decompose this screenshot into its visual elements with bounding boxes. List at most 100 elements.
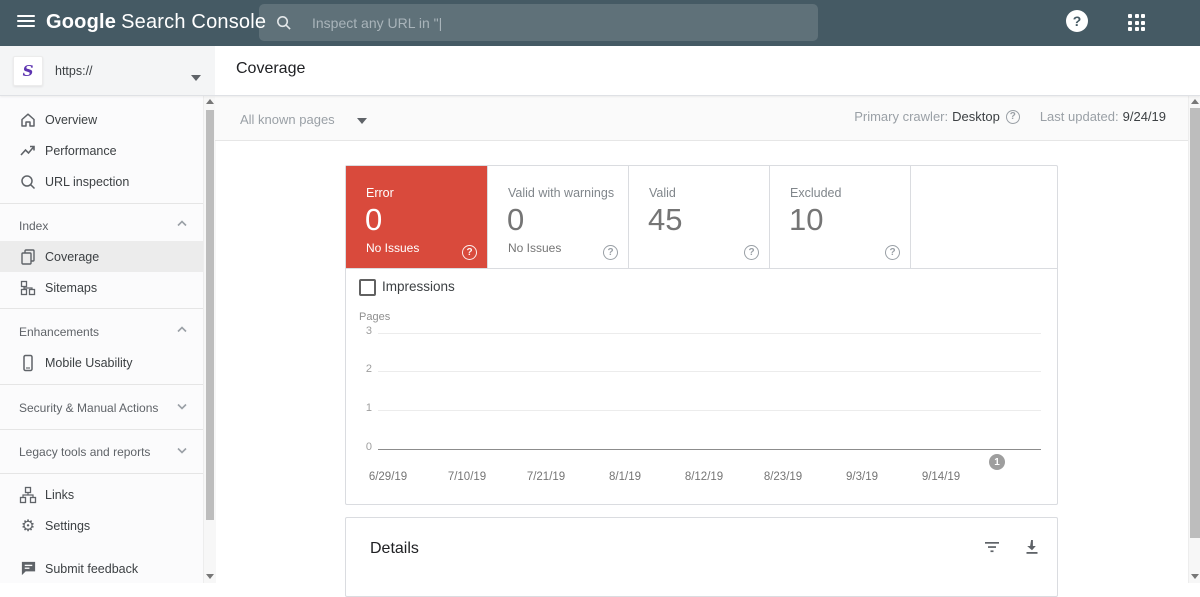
y-tick: 3 <box>346 325 372 337</box>
divider <box>0 384 215 385</box>
performance-icon <box>19 142 37 160</box>
google-search-console-app: GoogleSearch Console ? S https:// Covera… <box>0 0 1200 583</box>
logo-product: Search Console <box>121 11 266 33</box>
details-card: Details <box>345 517 1058 597</box>
sidebar-item-label: Overview <box>45 113 97 127</box>
sidebar-item-label: URL inspection <box>45 175 129 189</box>
chart-y-axis-title: Pages <box>359 311 390 323</box>
status-label: Error <box>366 186 394 200</box>
x-tick: 8/12/19 <box>685 471 723 483</box>
status-box-excluded[interactable]: Excluded 10 ? <box>769 166 910 268</box>
property-selector[interactable]: S https:// <box>0 46 215 95</box>
app-logo: GoogleSearch Console <box>46 11 266 34</box>
sidebar-item-label: Settings <box>45 519 90 533</box>
x-tick: 9/14/19 <box>922 471 960 483</box>
sidebar-section-enhancements[interactable]: Enhancements <box>0 316 203 347</box>
divider <box>0 308 215 309</box>
status-value: 0 <box>507 202 524 238</box>
divider <box>0 429 215 430</box>
property-url: https:// <box>55 64 93 78</box>
section-label: Enhancements <box>19 325 99 339</box>
scroll-up-arrow[interactable] <box>206 99 214 104</box>
x-tick: 7/21/19 <box>527 471 565 483</box>
caret-down-icon <box>357 111 367 129</box>
header-band: S https:// Coverage <box>0 46 1200 96</box>
status-box-error[interactable]: Error 0 No Issues ? <box>346 166 487 268</box>
y-tick: 0 <box>346 441 372 453</box>
status-subtext: No Issues <box>366 241 419 255</box>
main-scrollbar[interactable] <box>1188 95 1200 583</box>
chevron-up-icon <box>176 217 188 235</box>
sidebar-item-mobile-usability[interactable]: Mobile Usability <box>0 347 203 378</box>
gridline <box>378 410 1041 411</box>
x-tick: 6/29/19 <box>369 471 407 483</box>
apps-grid-icon[interactable] <box>1128 14 1145 31</box>
status-value: 45 <box>648 202 682 238</box>
home-icon <box>19 111 37 129</box>
sidebar-item-overview[interactable]: Overview <box>0 104 203 135</box>
sidebar-item-label: Submit feedback <box>45 562 138 576</box>
status-value: 10 <box>789 202 823 238</box>
status-label: Valid <box>649 186 676 200</box>
search-input[interactable] <box>310 14 818 32</box>
main-scrollbar-thumb[interactable] <box>1190 108 1200 538</box>
hamburger-icon[interactable] <box>17 15 35 29</box>
sidebar: Overview Performance URL inspection Inde… <box>0 95 215 583</box>
sidebar-section-security[interactable]: Security & Manual Actions <box>0 392 203 423</box>
x-tick: 7/10/19 <box>448 471 486 483</box>
download-icon[interactable] <box>1023 538 1041 556</box>
sidebar-item-submit-feedback[interactable]: Submit feedback <box>0 553 203 584</box>
impressions-checkbox[interactable] <box>359 279 376 296</box>
search-icon <box>275 14 292 31</box>
section-label: Security & Manual Actions <box>19 401 158 415</box>
sidebar-item-links[interactable]: Links <box>0 479 203 510</box>
caret-down-icon <box>191 68 201 86</box>
question-circle-icon[interactable]: ? <box>603 245 618 260</box>
baseline <box>378 449 1041 450</box>
sitemaps-icon <box>19 279 37 297</box>
coverage-icon <box>19 248 37 266</box>
chevron-down-icon <box>176 443 188 461</box>
last-updated-label: Last updated: <box>1040 109 1119 124</box>
property-badge: S <box>13 56 43 86</box>
scroll-down-arrow[interactable] <box>1191 574 1199 579</box>
question-circle-icon[interactable]: ? <box>885 245 900 260</box>
page-scope-filter[interactable]: All known pages <box>240 109 367 129</box>
coverage-summary-card: Error 0 No Issues ? Valid with warnings … <box>345 165 1058 505</box>
question-circle-icon[interactable]: ? <box>462 245 477 260</box>
links-icon <box>19 486 37 504</box>
status-box-valid[interactable]: Valid 45 ? <box>628 166 769 268</box>
chevron-down-icon <box>176 399 188 417</box>
sidebar-scrollbar-thumb[interactable] <box>206 110 214 520</box>
sidebar-item-label: Mobile Usability <box>45 356 133 370</box>
divider <box>0 473 215 474</box>
status-value: 0 <box>365 202 382 238</box>
url-inspect-searchbox[interactable] <box>259 4 818 41</box>
filter-icon[interactable] <box>983 538 1001 556</box>
sidebar-item-settings[interactable]: ⚙ Settings <box>0 510 203 541</box>
annotation-badge[interactable]: 1 <box>989 454 1005 470</box>
sidebar-item-label: Performance <box>45 144 117 158</box>
status-label: Excluded <box>790 186 841 200</box>
scroll-up-arrow[interactable] <box>1191 99 1199 104</box>
status-row: Error 0 No Issues ? Valid with warnings … <box>346 166 1057 269</box>
sidebar-item-coverage[interactable]: Coverage <box>0 241 203 272</box>
sidebar-item-label: Coverage <box>45 250 99 264</box>
y-tick: 2 <box>346 363 372 375</box>
sidebar-scrollbar[interactable] <box>203 95 216 583</box>
sidebar-item-sitemaps[interactable]: Sitemaps <box>0 272 203 303</box>
question-circle-icon[interactable]: ? <box>744 245 759 260</box>
help-icon[interactable]: ? <box>1066 10 1088 32</box>
mobile-icon <box>19 354 37 372</box>
y-tick: 1 <box>346 402 372 414</box>
scroll-down-arrow[interactable] <box>206 574 214 579</box>
question-circle-icon[interactable]: ? <box>1006 110 1020 124</box>
url-inspection-icon <box>19 173 37 191</box>
sidebar-item-url-inspection[interactable]: URL inspection <box>0 166 203 197</box>
last-updated-value: 9/24/19 <box>1123 109 1166 124</box>
sidebar-section-index[interactable]: Index <box>0 210 203 241</box>
sidebar-item-performance[interactable]: Performance <box>0 135 203 166</box>
status-box-valid-with-warnings[interactable]: Valid with warnings 0 No Issues ? <box>487 166 628 268</box>
topbar: GoogleSearch Console ? <box>0 0 1200 46</box>
sidebar-section-legacy[interactable]: Legacy tools and reports <box>0 436 203 467</box>
